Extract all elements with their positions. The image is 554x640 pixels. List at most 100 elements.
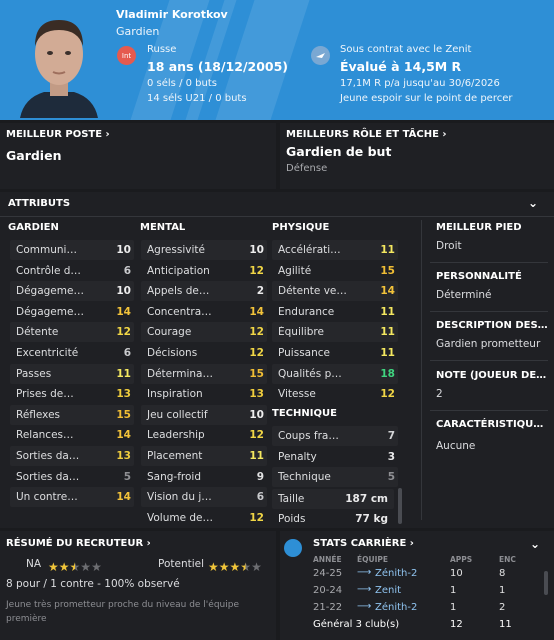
career-apps: 10 (450, 568, 463, 579)
role-duty: Défense (286, 163, 328, 174)
attribute-value: 15 (380, 264, 395, 277)
attribute-value: 10 (249, 244, 264, 256)
nationality: Russe (147, 44, 177, 55)
attribute-value: 12 (249, 347, 264, 359)
attribute-value: 10 (116, 244, 131, 256)
attribute-value: 7 (387, 430, 395, 442)
star-icon: ★ (69, 560, 81, 574)
attribute-row[interactable]: Coups fra… 7 (272, 426, 398, 446)
attribute-row[interactable]: Relances… 14 (10, 425, 134, 445)
best-position-panel[interactable]: MEILLEUR POSTE › Gardien (0, 123, 276, 189)
player-position: Gardien (116, 25, 160, 38)
col-enc: ENC (499, 555, 516, 564)
divider (430, 410, 548, 411)
scrollbar[interactable] (544, 571, 548, 595)
potential-stars: ★★★★★ (208, 556, 262, 575)
star-icon: ★ (48, 560, 59, 574)
attribute-row[interactable]: Placement 11 (141, 446, 267, 466)
attribute-row[interactable]: Excentricité 6 (10, 343, 134, 363)
attribute-row[interactable]: Appels de… 2 (141, 281, 267, 302)
attribute-row[interactable]: Jeu collectif 10 (141, 404, 267, 425)
career-total-apps: 12 (450, 619, 463, 630)
attribute-row[interactable]: Endurance 11 (272, 302, 398, 322)
attribute-row[interactable]: Réflexes 15 (10, 404, 134, 425)
attribute-name: Appels de… (147, 285, 210, 298)
attribute-name: Agressivité (147, 244, 205, 256)
attribute-value: 10 (116, 285, 131, 298)
na-stars: ★★★★★ (48, 556, 102, 575)
col-team: ÉQUIPE (357, 555, 388, 564)
attribute-name: Équilibre (278, 326, 324, 339)
career-team: Zenit (375, 585, 402, 596)
attribute-row[interactable]: Vision du j… 6 (141, 487, 267, 508)
attribute-value: 15 (116, 408, 131, 421)
player-profile: { "header":{"name":"Vladimir Korotkov","… (0, 0, 554, 640)
attribute-row[interactable]: Communi… 10 (10, 240, 134, 260)
attribute-name: Contrôle d… (16, 264, 81, 277)
career-panel[interactable]: STATS CARRIÈRE › ⌄ ANNÉE ÉQUIPE APPS ENC… (280, 531, 554, 640)
star-icon: ★ (58, 560, 70, 574)
attribute-row[interactable]: Passes 11 (10, 363, 134, 384)
attribute-row[interactable]: Penalty 3 (272, 447, 398, 467)
attribute-row[interactable]: Anticipation 12 (141, 261, 267, 281)
attribute-row[interactable]: Vitesse 12 (272, 384, 398, 404)
attribute-row[interactable]: Détente 12 (10, 322, 134, 343)
attribute-row[interactable]: Dégageme… 10 (10, 281, 134, 302)
attribute-row[interactable]: Sorties da… 5 (10, 467, 134, 487)
chevron-down-icon[interactable]: ⌄ (528, 196, 538, 210)
career-year: 21-22 (313, 602, 343, 613)
attribute-row[interactable]: Inspiration 13 (141, 384, 267, 404)
attribute-name: Vitesse (278, 388, 316, 401)
attribute-row[interactable]: Un contre… 14 (10, 487, 134, 508)
attribute-row[interactable]: Sang-froid 9 (141, 467, 267, 487)
attribute-row[interactable]: Contrôle d… 6 (10, 261, 134, 281)
attribute-value: 11 (380, 347, 395, 359)
attribute-row[interactable]: Accélérati… 11 (272, 240, 398, 260)
attribute-row[interactable]: Leadership 12 (141, 425, 267, 445)
attribute-row[interactable]: Concentra… 14 (141, 302, 267, 322)
physical-title: PHYSIQUE (272, 222, 330, 233)
attribute-row[interactable]: Technique 5 (272, 467, 398, 488)
attribute-row[interactable]: Équilibre 11 (272, 322, 398, 343)
attribute-row[interactable]: Volume de… 12 (141, 508, 267, 528)
note-title: NOTE (JOUEUR DE… (436, 370, 547, 381)
attribute-row[interactable]: Détente ve… 14 (272, 281, 398, 302)
attribute-value: 12 (249, 511, 264, 524)
best-role-panel[interactable]: MEILLEURS RÔLE ET TÂCHE › Gardien de but… (280, 123, 554, 189)
club-badge-icon (311, 46, 330, 65)
career-icon (284, 539, 302, 557)
attribute-row[interactable]: Agressivité 10 (141, 240, 267, 260)
attribute-row[interactable]: Puissance 11 (272, 343, 398, 363)
attribute-name: Excentricité (16, 347, 79, 359)
attribute-value: 6 (123, 347, 131, 359)
attribute-row[interactable]: Décisions 12 (141, 343, 267, 363)
player-age: 18 ans (18/12/2005) (147, 59, 289, 74)
scout-panel[interactable]: RÉSUMÉ DU RECRUTEUR › NA ★★★★★ Potentiel… (0, 531, 276, 640)
attribute-row[interactable]: Sorties da… 13 (10, 446, 134, 466)
star-icon: ★ (240, 560, 252, 574)
attribute-value: 11 (249, 450, 264, 462)
attribute-name: Qualités p… (278, 367, 342, 380)
attribute-row[interactable]: Dégageme… 14 (10, 302, 134, 322)
club-badge-icon: ⟶ (357, 601, 372, 612)
star-icon: ★ (80, 560, 92, 574)
attribute-name: Dégageme… (16, 285, 84, 298)
attribute-row[interactable]: Agilité 15 (272, 261, 398, 281)
attribute-value: 3 (387, 450, 395, 463)
attribute-value: 9 (256, 470, 264, 483)
scrollbar[interactable] (398, 488, 402, 524)
attribute-row[interactable]: Prises de… 13 (10, 384, 134, 404)
note-value: 2 (436, 388, 443, 400)
player-header: Vladimir Korotkov Gardien Int Russe 18 a… (0, 0, 554, 120)
technical-title: TECHNIQUE (272, 408, 337, 419)
attribute-row[interactable]: Qualités p… 18 (272, 363, 398, 384)
attribute-name: Prises de… (16, 388, 74, 401)
chevron-down-icon[interactable]: ⌄ (530, 537, 540, 551)
attribute-row[interactable]: Courage 12 (141, 322, 267, 343)
attributes-panel: ATTRIBUTS ⌄ GARDIEN MENTAL PHYSIQUE TECH… (0, 192, 554, 528)
attribute-value: 13 (249, 388, 264, 401)
attribute-name: Détente ve… (278, 285, 347, 298)
attribute-row[interactable]: Détermina… 15 (141, 363, 267, 384)
player-name: Vladimir Korotkov (116, 8, 228, 21)
divider (430, 360, 548, 361)
